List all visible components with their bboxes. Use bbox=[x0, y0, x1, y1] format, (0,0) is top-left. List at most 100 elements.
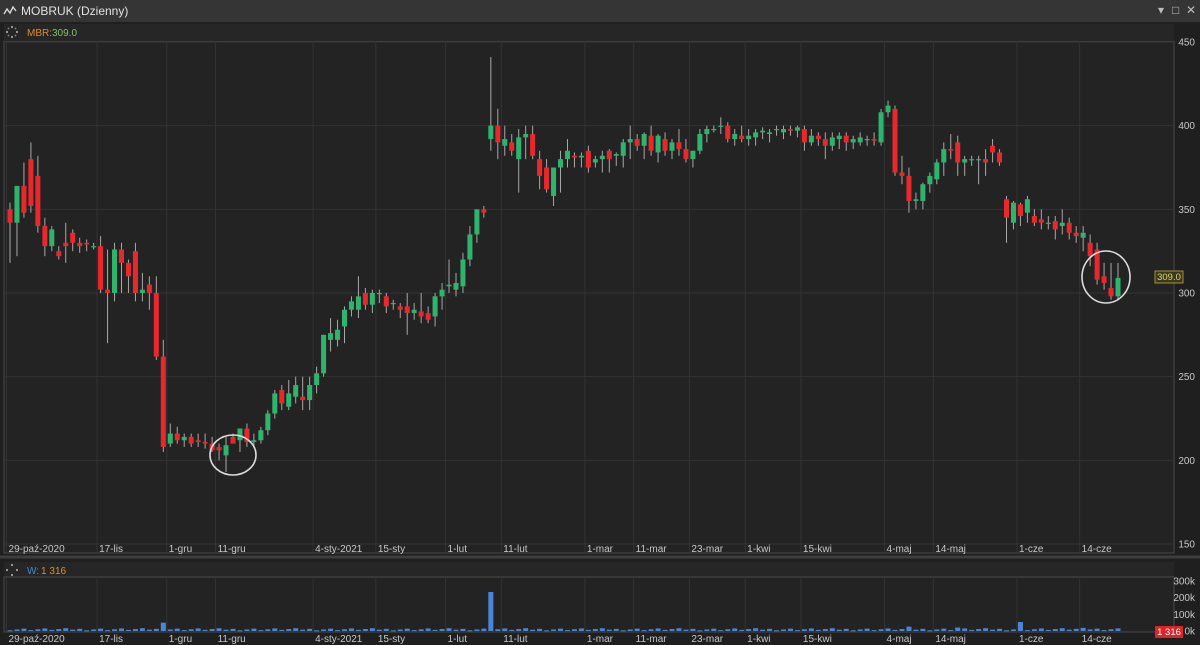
last-price-badge: 309.0 bbox=[1157, 272, 1181, 283]
volume-bar bbox=[335, 630, 341, 632]
volume-bar bbox=[627, 629, 633, 631]
date-tick-label: 29-paź-2020 bbox=[9, 544, 66, 555]
candle-up bbox=[1059, 222, 1065, 227]
volume-tick-label: 300k bbox=[1173, 577, 1196, 588]
volume-bar bbox=[955, 627, 961, 631]
volume-bar bbox=[397, 629, 403, 631]
candle-down bbox=[1038, 219, 1044, 223]
date-tick-label: 1-lut bbox=[448, 544, 468, 555]
candle-down bbox=[362, 293, 368, 305]
volume-bar bbox=[1010, 629, 1016, 631]
candle-up bbox=[976, 159, 982, 161]
candle-up bbox=[49, 229, 55, 247]
close-icon[interactable]: ✕ bbox=[1186, 3, 1196, 17]
candle-up bbox=[523, 134, 529, 138]
candle-up bbox=[558, 159, 564, 168]
volume-bar bbox=[502, 628, 508, 631]
candle-down bbox=[1101, 276, 1107, 283]
maximize-icon[interactable]: □ bbox=[1172, 3, 1179, 17]
volume-bar bbox=[244, 629, 250, 631]
price-panel[interactable] bbox=[3, 40, 1175, 554]
candle-down bbox=[56, 251, 62, 257]
candle-down bbox=[843, 135, 849, 143]
volume-bar bbox=[990, 629, 996, 631]
candle-up bbox=[767, 132, 773, 135]
candle-up bbox=[453, 282, 459, 290]
volume-bar bbox=[146, 629, 152, 631]
candle-up bbox=[488, 125, 494, 140]
candle-down bbox=[383, 296, 389, 307]
candle-down bbox=[1031, 216, 1037, 223]
candle-up bbox=[258, 430, 264, 441]
candle-down bbox=[397, 306, 403, 310]
volume-bar bbox=[216, 628, 222, 631]
volume-bar bbox=[697, 630, 703, 632]
candle-up bbox=[355, 296, 361, 310]
volume-panel[interactable] bbox=[3, 576, 1175, 633]
volume-bar bbox=[139, 628, 145, 631]
volume-bar bbox=[160, 622, 166, 631]
volume-bar bbox=[794, 630, 800, 632]
candle-up bbox=[885, 105, 891, 113]
volume-bar bbox=[704, 629, 710, 631]
volume-bar bbox=[1115, 628, 1121, 631]
volume-bar bbox=[446, 628, 452, 631]
volume-bar bbox=[906, 626, 912, 631]
candle-up bbox=[564, 150, 570, 160]
candle-down bbox=[105, 289, 111, 293]
candle-up bbox=[390, 303, 396, 305]
volume-bar bbox=[300, 629, 306, 631]
volume-tick-label: 0k bbox=[1184, 627, 1196, 638]
candle-up bbox=[934, 162, 940, 180]
price-tick-label: 250 bbox=[1178, 372, 1195, 383]
price-tick-label: 350 bbox=[1178, 205, 1195, 216]
volume-bar bbox=[1066, 629, 1072, 631]
volume-bar bbox=[732, 628, 738, 631]
candle-down bbox=[948, 149, 954, 151]
volume-bar bbox=[328, 628, 334, 631]
candle-up bbox=[265, 413, 271, 431]
candle-down bbox=[118, 249, 125, 263]
volume-bar bbox=[258, 630, 264, 632]
candle-down bbox=[216, 446, 222, 451]
candle-down bbox=[662, 139, 668, 151]
candle-down bbox=[544, 167, 550, 190]
date-tick-label: 11-gru bbox=[218, 544, 246, 555]
date-tick-label-volume: 4-sty-2021 bbox=[315, 634, 363, 645]
volume-bar bbox=[885, 628, 891, 631]
candle-up bbox=[920, 184, 926, 201]
date-tick-label: 4-sty-2021 bbox=[315, 544, 363, 555]
volume-bar bbox=[237, 630, 243, 632]
volume-bar bbox=[132, 629, 138, 631]
candle-up bbox=[669, 142, 675, 151]
candle-up bbox=[711, 129, 717, 131]
volume-bar bbox=[362, 629, 368, 631]
candle-up bbox=[620, 142, 626, 156]
volume-bar bbox=[467, 630, 473, 632]
volume-tick-label: 100k bbox=[1173, 610, 1196, 621]
candle-down bbox=[202, 441, 208, 444]
volume-bar bbox=[920, 628, 926, 631]
candle-down bbox=[481, 209, 487, 213]
volume-series-label: W: bbox=[27, 566, 39, 577]
candle-down bbox=[739, 135, 745, 140]
date-tick-label-volume: 1-gru bbox=[169, 634, 192, 645]
minimize-dropdown-icon[interactable]: ▾ bbox=[1158, 3, 1164, 17]
volume-bar bbox=[84, 630, 90, 632]
volume-bar bbox=[836, 629, 842, 631]
chart-canvas[interactable]: 450 400 350 300 250 200 150 300k 200k 100k 0k 29-… bbox=[0, 22, 1200, 645]
candle-up bbox=[732, 134, 738, 140]
candle-up bbox=[941, 149, 947, 163]
candle-up bbox=[1115, 277, 1121, 297]
volume-bar bbox=[634, 628, 640, 631]
volume-bar bbox=[537, 628, 543, 631]
candle-down bbox=[822, 139, 828, 146]
candle-up bbox=[760, 130, 766, 133]
volume-bar bbox=[592, 629, 598, 631]
candle-down bbox=[990, 145, 996, 153]
candle-up bbox=[704, 129, 710, 135]
volume-bar bbox=[495, 629, 501, 631]
volume-bar bbox=[91, 629, 97, 631]
volume-bar bbox=[760, 629, 766, 631]
date-tick-label-volume: 23-mar bbox=[691, 634, 723, 645]
